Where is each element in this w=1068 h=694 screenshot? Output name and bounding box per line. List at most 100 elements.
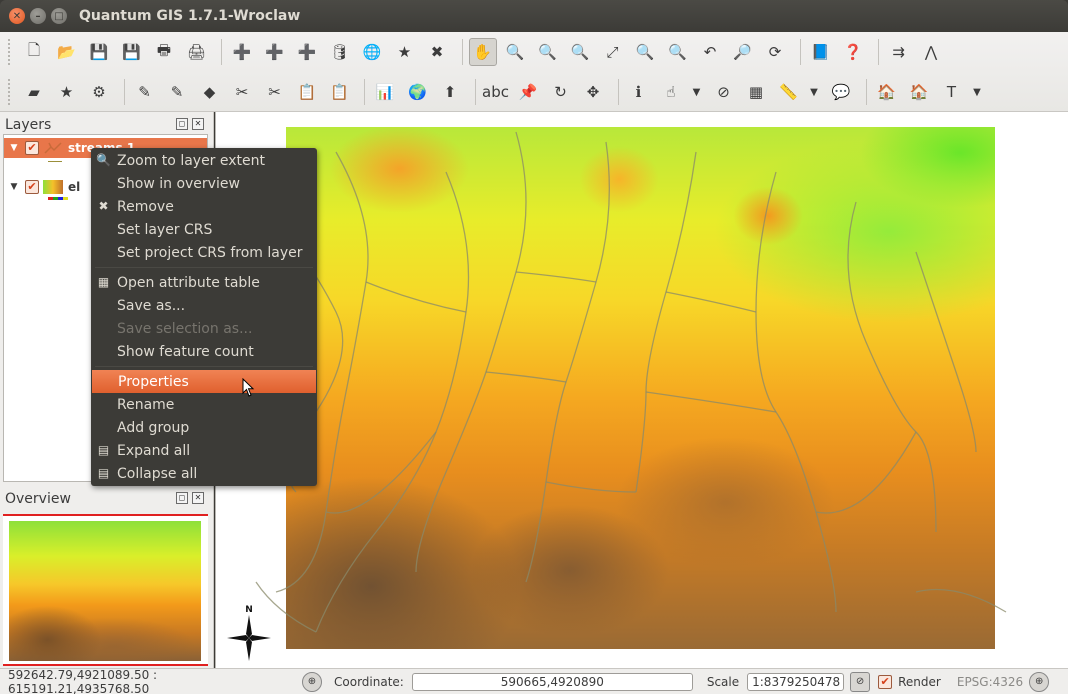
- menu-add-group[interactable]: Add group: [91, 416, 317, 439]
- whats-this-icon[interactable]: ❓: [839, 38, 867, 66]
- text-icon[interactable]: T: [938, 78, 966, 106]
- toolbar-row-1: 🗋 📂 💾 💾 🖶 🖨 ➕ ➕ ➕ 🛢 🌐 ★ ✖ ✋ 🔍 🔍 🔍 ⤢ 🔍 🔍 ↶ 🔎 ⟳ 📘 ❓ ⇉ ⋀: [0, 32, 1068, 72]
- toolbar-row-2: ▰ ★ ⚙ ✎ ✎ ◆ ✂ ✂ 📋 📋 📊 🌍 ⬆ abc 📌 ↻ ✥ ℹ ☝ ▼ ⊘ ▦ 📏 ▼ 💬 🏠 🏠 T ▼: [0, 72, 1068, 112]
- zoom-layer-icon[interactable]: 🔍: [664, 38, 692, 66]
- attribute-table-icon[interactable]: ▦: [742, 78, 770, 106]
- menu-zoom-to-layer[interactable]: 🔍 Zoom to layer extent: [91, 149, 317, 172]
- menu-properties[interactable]: Properties: [92, 370, 316, 393]
- open-project-icon[interactable]: 📂: [53, 38, 81, 66]
- zoom-actual-icon[interactable]: 🔍: [566, 38, 594, 66]
- menu-expand-all[interactable]: ▤ Expand all: [91, 439, 317, 462]
- toolbar-grip[interactable]: [8, 39, 14, 65]
- select-icon[interactable]: ☝: [657, 78, 685, 106]
- expand-arrow-icon[interactable]: ▼: [7, 182, 21, 192]
- dropdown-arrow-icon[interactable]: ▼: [807, 78, 821, 106]
- close-dock-icon[interactable]: ✕: [192, 492, 204, 504]
- layer-visibility-checkbox[interactable]: ✔: [25, 141, 39, 155]
- add-raster-icon[interactable]: ➕: [261, 38, 289, 66]
- pan-icon[interactable]: ✋: [468, 38, 497, 66]
- menu-item-label: Remove: [117, 198, 174, 215]
- delete-icon[interactable]: ✂: [228, 78, 256, 106]
- add-postgis-icon[interactable]: ➕: [293, 38, 321, 66]
- refresh-icon[interactable]: ⟳: [761, 38, 789, 66]
- capture-icon[interactable]: ✎: [163, 78, 191, 106]
- scale-field[interactable]: 1:8379250478: [747, 672, 845, 691]
- north-icon[interactable]: ⬆: [436, 78, 464, 106]
- add-wms-icon[interactable]: 🌐: [358, 38, 386, 66]
- digitize-icon[interactable]: ⇉: [885, 38, 913, 66]
- measure-icon[interactable]: 📊: [371, 78, 399, 106]
- menu-show-overview[interactable]: Show in overview: [91, 172, 317, 195]
- stop-render-icon[interactable]: ⊘: [850, 671, 871, 692]
- dropdown-arrow-icon[interactable]: ▼: [970, 78, 984, 106]
- stream-line: [515, 271, 597, 283]
- tips-icon[interactable]: 📘: [807, 38, 835, 66]
- menu-set-layer-crs[interactable]: Set layer CRS: [91, 218, 317, 241]
- globe-icon[interactable]: 🌍: [404, 78, 432, 106]
- add-feature-icon[interactable]: ★: [53, 78, 81, 106]
- float-dock-icon[interactable]: ◻: [176, 492, 188, 504]
- map-canvas[interactable]: N: [215, 112, 1068, 668]
- minimize-window-button[interactable]: –: [30, 8, 46, 24]
- add-vector-icon[interactable]: ➕: [228, 38, 256, 66]
- label-icon[interactable]: abc: [482, 78, 510, 106]
- rotate-icon[interactable]: ↻: [547, 78, 575, 106]
- close-window-button[interactable]: ✕: [9, 8, 25, 24]
- epsg-label[interactable]: EPSG:4326: [957, 675, 1023, 689]
- render-checkbox[interactable]: ✔: [878, 674, 893, 689]
- zoom-full-icon[interactable]: ⤢: [599, 38, 627, 66]
- toolbar-grip[interactable]: [8, 79, 14, 105]
- layer-icon[interactable]: ▰: [20, 78, 48, 106]
- print-icon[interactable]: 🖨: [183, 38, 211, 66]
- add-spatialite-icon[interactable]: 🛢: [326, 38, 354, 66]
- raster-layer-icon: [43, 180, 63, 194]
- north-arrow-icon: N: [227, 605, 271, 661]
- float-dock-icon[interactable]: ◻: [176, 118, 188, 130]
- coordinate-field[interactable]: 590665,4920890: [411, 672, 693, 691]
- close-dock-icon[interactable]: ✕: [192, 118, 204, 130]
- crs-status-icon[interactable]: ⊕: [1029, 671, 1050, 692]
- new-shapefile-icon[interactable]: ★: [391, 38, 419, 66]
- dropdown-arrow-icon[interactable]: ▼: [690, 78, 704, 106]
- new-project-icon[interactable]: 🗋: [20, 38, 48, 66]
- zoom-selection-icon[interactable]: 🔍: [631, 38, 659, 66]
- stream-line: [915, 588, 1007, 613]
- copy-icon[interactable]: 📋: [326, 78, 354, 106]
- zoom-last-icon[interactable]: ↶: [696, 38, 724, 66]
- zoom-next-icon[interactable]: 🔎: [729, 38, 757, 66]
- print-composer-icon[interactable]: 🖶: [150, 38, 178, 66]
- annotation-icon[interactable]: 💬: [827, 78, 855, 106]
- pin-icon[interactable]: 📌: [514, 78, 542, 106]
- paste-icon[interactable]: 📋: [293, 78, 321, 106]
- edit-icon[interactable]: ✎: [131, 78, 159, 106]
- menu-save-as[interactable]: Save as...: [91, 294, 317, 317]
- menu-show-feature-count[interactable]: Show feature count: [91, 340, 317, 363]
- zoom-out-icon[interactable]: 🔍: [534, 38, 562, 66]
- move-icon[interactable]: ✥: [579, 78, 607, 106]
- menu-remove[interactable]: ✖ Remove: [91, 195, 317, 218]
- menu-separator: [95, 366, 313, 367]
- cut-icon[interactable]: ✂: [261, 78, 289, 106]
- profile-icon[interactable]: ⋀: [917, 38, 945, 66]
- save-project-icon[interactable]: 💾: [85, 38, 113, 66]
- expand-arrow-icon[interactable]: ▼: [7, 143, 21, 153]
- menu-collapse-all[interactable]: ▤ Collapse all: [91, 462, 317, 485]
- settings-icon[interactable]: ⚙: [85, 78, 113, 106]
- menu-rename[interactable]: Rename: [91, 393, 317, 416]
- home-icon[interactable]: 🏠: [873, 78, 901, 106]
- zoom-in-icon[interactable]: 🔍: [501, 38, 529, 66]
- vertex-icon[interactable]: ◆: [196, 78, 224, 106]
- measure-line-icon[interactable]: 📏: [775, 78, 803, 106]
- identify-icon[interactable]: ℹ: [625, 78, 653, 106]
- remove-layer-icon[interactable]: ✖: [423, 38, 451, 66]
- deselect-icon[interactable]: ⊘: [710, 78, 738, 106]
- menu-open-attribute-table[interactable]: ▦ Open attribute table: [91, 271, 317, 294]
- save-as-icon[interactable]: 💾: [118, 38, 146, 66]
- menu-set-project-crs[interactable]: Set project CRS from layer: [91, 241, 317, 264]
- home2-icon[interactable]: 🏠: [905, 78, 933, 106]
- layer-visibility-checkbox[interactable]: ✔: [25, 180, 39, 194]
- overview-map[interactable]: [3, 514, 208, 666]
- toolbar-separator: [123, 79, 125, 105]
- maximize-window-button[interactable]: □: [51, 8, 67, 24]
- toggle-extents-icon[interactable]: ⊕: [302, 671, 322, 692]
